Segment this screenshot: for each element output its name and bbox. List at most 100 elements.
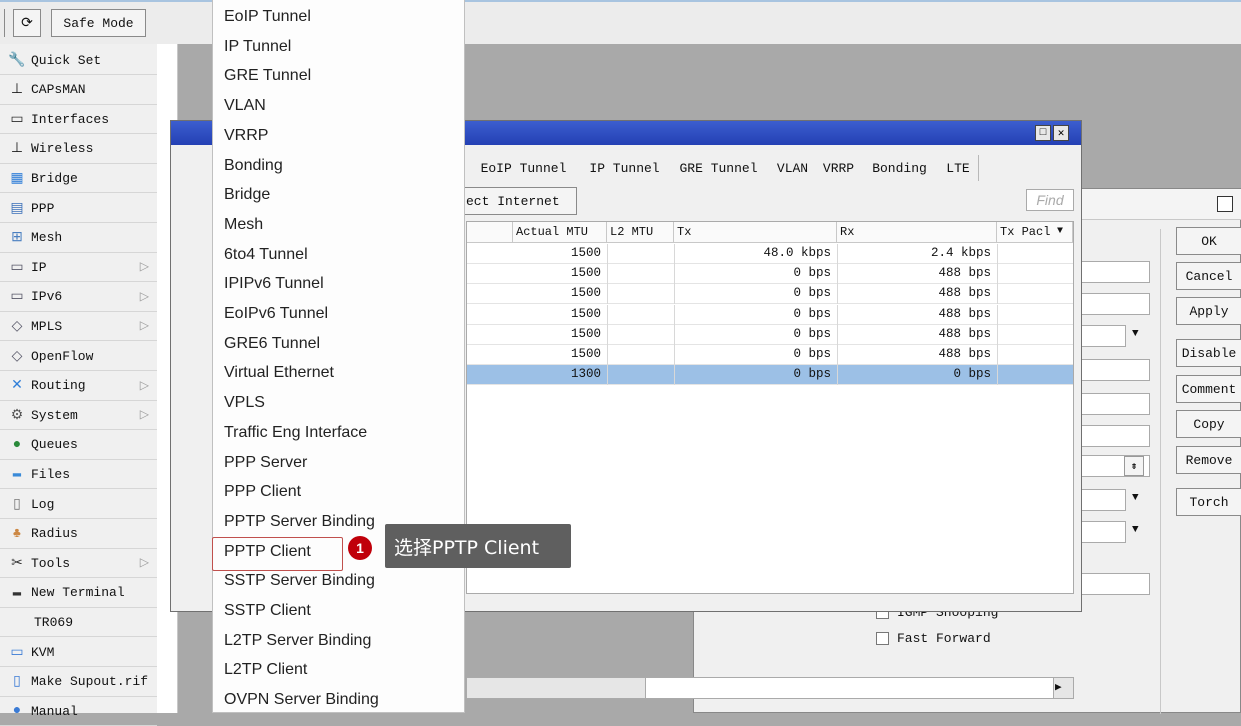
sidebar-item-radius[interactable]: ♣ Radius <box>0 520 157 549</box>
menu-item-bridge[interactable]: Bridge <box>224 186 270 204</box>
menu-item-6to4-tunnel[interactable]: 6to4 Tunnel <box>224 246 308 264</box>
menu-item-sstp-client[interactable]: SSTP Client <box>224 602 311 620</box>
horizontal-scrollbar[interactable]: ▶ <box>466 677 1074 699</box>
menu-item-vlan[interactable]: VLAN <box>224 97 266 115</box>
fast-forward-checkbox-row[interactable]: Fast Forward <box>876 631 991 646</box>
detect-internet-button[interactable]: ect Internet <box>451 187 577 215</box>
sidebar-item-files[interactable]: ▬ Files <box>0 460 157 490</box>
menu-item-l2tp-client[interactable]: L2TP Client <box>224 661 307 679</box>
maximize-icon[interactable] <box>1217 196 1233 212</box>
menu-item-mesh[interactable]: Mesh <box>224 216 263 234</box>
tab-eoip-tunnel[interactable]: EoIP Tunnel <box>466 155 582 181</box>
sidebar-item-kvm[interactable]: ▭ KVM <box>0 638 157 667</box>
sidebar-item-system[interactable]: ⚙ System ▷ <box>0 401 157 431</box>
sidebar-item-ppp[interactable]: ▤ PPP <box>0 194 157 223</box>
table-row[interactable]: 1500 0 bps 488 bps <box>467 324 1073 345</box>
remove-button[interactable]: Remove <box>1176 446 1241 474</box>
sidebar-item-tr069[interactable]: TR069 <box>0 608 157 638</box>
menu-item-l2tp-server-binding[interactable]: L2TP Server Binding <box>224 632 371 650</box>
dialog-field[interactable] <box>1074 393 1150 415</box>
safe-mode-button[interactable]: Safe Mode <box>51 9 146 37</box>
column-header[interactable]: Rx <box>837 222 997 243</box>
expand-icon[interactable]: ⇟ <box>1124 456 1144 476</box>
sidebar-item-mpls[interactable]: ◇ MPLS ▷ <box>0 312 157 342</box>
fast-forward-checkbox[interactable] <box>876 632 889 645</box>
dialog-field[interactable] <box>1074 261 1150 283</box>
quickset-icon: 🔧 <box>8 52 26 69</box>
menu-item-vpls[interactable]: VPLS <box>224 394 265 412</box>
close-icon[interactable]: ✕ <box>1053 125 1069 141</box>
tab-lte[interactable]: LTE <box>938 155 979 181</box>
tab-gre-tunnel[interactable]: GRE Tunnel <box>668 155 770 181</box>
tab-vrrp[interactable]: VRRP <box>816 155 862 181</box>
sidebar-item-make-supout-rif[interactable]: ▯ Make Supout.rif <box>0 668 157 697</box>
menu-item-ppp-server[interactable]: PPP Server <box>224 454 307 472</box>
column-header[interactable]: Actual MTU <box>513 222 607 243</box>
sidebar-item-capsman[interactable]: ⊥ CAPsMAN <box>0 76 157 105</box>
tab-bonding[interactable]: Bonding <box>861 155 939 181</box>
sidebar-item-quick-set[interactable]: 🔧 Quick Set <box>0 46 157 75</box>
scrollbar-track[interactable] <box>645 678 1054 698</box>
sidebar-item-queues[interactable]: ● Queues <box>0 431 157 460</box>
sidebar-item-wireless[interactable]: ⊥ Wireless <box>0 135 157 164</box>
menu-item-traffic-eng-interface[interactable]: Traffic Eng Interface <box>224 424 367 442</box>
tab-vlan[interactable]: VLAN <box>769 155 817 181</box>
sidebar-item-openflow[interactable]: ◇ OpenFlow <box>0 342 157 371</box>
menu-item-bonding[interactable]: Bonding <box>224 157 283 175</box>
table-row[interactable]: 1500 0 bps 488 bps <box>467 304 1073 325</box>
menu-item-pptp-server-binding[interactable]: PPTP Server Binding <box>224 513 375 531</box>
chevron-down-icon[interactable]: ▼ <box>1132 524 1139 536</box>
menu-item-sstp-server-binding[interactable]: SSTP Server Binding <box>224 572 375 590</box>
table-row[interactable]: 1500 0 bps 488 bps <box>467 264 1073 285</box>
apply-button[interactable]: Apply <box>1176 297 1241 325</box>
copy-button[interactable]: Copy <box>1176 410 1241 438</box>
dialog-field[interactable] <box>1074 425 1150 447</box>
scroll-right-icon[interactable]: ▶ <box>1055 680 1062 694</box>
refresh-button[interactable]: ⟳ <box>13 9 41 37</box>
ok-button[interactable]: OK <box>1176 227 1241 255</box>
chevron-down-icon[interactable]: ▼ <box>1132 328 1139 340</box>
menu-item-ppp-client[interactable]: PPP Client <box>224 483 301 501</box>
dialog-field[interactable] <box>1074 573 1150 595</box>
menu-item-eoipv6-tunnel[interactable]: EoIPv6 Tunnel <box>224 305 328 323</box>
menu-item-gre-tunnel[interactable]: GRE Tunnel <box>224 67 311 85</box>
sidebar-item-tools[interactable]: ✂ Tools ▷ <box>0 549 157 579</box>
column-header[interactable]: L2 MTU <box>607 222 674 243</box>
column-header[interactable]: Tx <box>674 222 837 243</box>
sidebar-item-new-terminal[interactable]: ▬ New Terminal <box>0 579 157 608</box>
disable-button[interactable]: Disable <box>1176 339 1241 367</box>
menu-item-ip-tunnel[interactable]: IP Tunnel <box>224 38 291 56</box>
menu-item-eoip-tunnel[interactable]: EoIP Tunnel <box>224 8 311 26</box>
sidebar-item-ipv6[interactable]: ▭ IPv6 ▷ <box>0 283 157 312</box>
column-menu-icon[interactable]: ▼ <box>1057 226 1063 237</box>
table-row[interactable]: 1500 0 bps 488 bps <box>467 284 1073 305</box>
menu-item-vrrp[interactable]: VRRP <box>224 127 268 145</box>
cell-rx: 2.4 kbps <box>930 246 991 260</box>
menu-item-ipipv6-tunnel[interactable]: IPIPv6 Tunnel <box>224 275 324 293</box>
tab-ip-tunnel[interactable]: IP Tunnel <box>581 155 669 181</box>
table-row[interactable]: 1300 0 bps 0 bps <box>467 365 1073 386</box>
menu-item-ovpn-server-binding[interactable]: OVPN Server Binding <box>224 691 379 709</box>
dialog-field[interactable] <box>1074 293 1150 315</box>
menu-item-virtual-ethernet[interactable]: Virtual Ethernet <box>224 364 334 382</box>
sidebar-item-ip[interactable]: ▭ IP ▷ <box>0 253 157 283</box>
table-row[interactable]: 1500 48.0 kbps 2.4 kbps <box>467 244 1073 264</box>
menu-item-gre6-tunnel[interactable]: GRE6 Tunnel <box>224 335 320 353</box>
table-row[interactable]: 1500 0 bps 488 bps <box>467 345 1073 365</box>
comment-button[interactable]: Comment <box>1176 375 1241 403</box>
chevron-down-icon[interactable]: ▼ <box>1132 492 1139 504</box>
column-separator <box>607 244 608 264</box>
sidebar-item-manual[interactable]: ● Manual <box>0 697 157 726</box>
maximize-icon[interactable]: □ <box>1035 125 1051 141</box>
sidebar-item-bridge[interactable]: ▦ Bridge <box>0 164 157 194</box>
sidebar-item-interfaces[interactable]: ▭ Interfaces <box>0 105 157 135</box>
sidebar-item-routing[interactable]: ✕ Routing ▷ <box>0 372 157 401</box>
sidebar-item-mesh[interactable]: ⊞ Mesh <box>0 224 157 253</box>
column-header-name[interactable] <box>467 222 513 243</box>
find-input[interactable]: Find <box>1026 189 1074 211</box>
cancel-button[interactable]: Cancel <box>1176 262 1241 290</box>
dialog-field[interactable] <box>1074 359 1150 381</box>
torch-button[interactable]: Torch <box>1176 488 1241 516</box>
top-toolbar <box>0 0 1241 44</box>
sidebar-item-log[interactable]: ▯ Log <box>0 490 157 519</box>
